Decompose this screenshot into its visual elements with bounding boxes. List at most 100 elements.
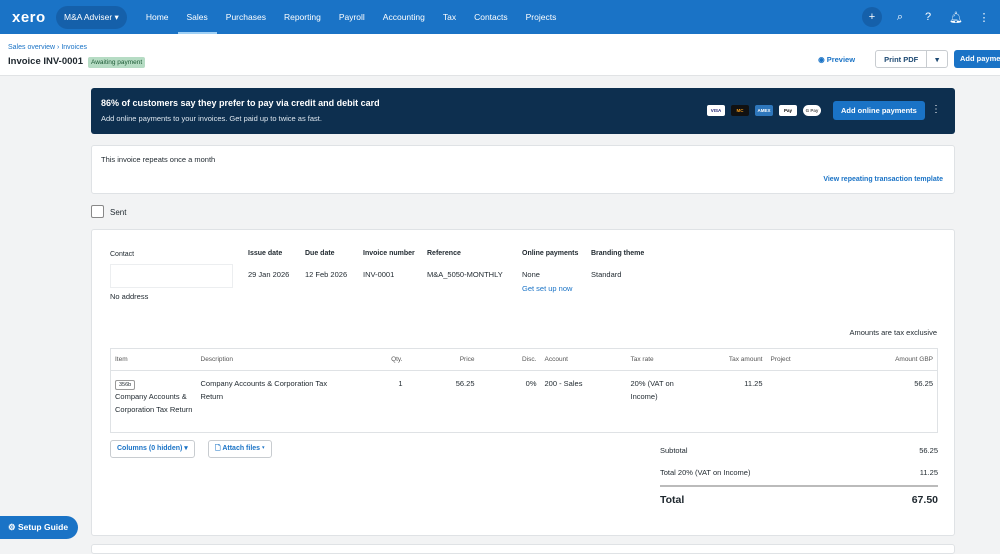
preview-label: Preview	[826, 54, 856, 64]
project-cell	[767, 371, 837, 433]
col-tax-amount: Tax amount	[696, 348, 767, 371]
chevron-down-icon[interactable]: ▾	[926, 51, 947, 67]
tax-rate-cell: 20% (VAT on Income)	[630, 379, 674, 401]
tax-label: Total 20% (VAT on Income)	[660, 468, 751, 477]
setup-guide-label: Setup Guide	[17, 522, 69, 532]
item-code: 356b	[115, 380, 136, 390]
attach-label: Attach files	[222, 445, 261, 452]
reference-label: Reference	[427, 250, 461, 257]
col-account: Account	[540, 348, 627, 371]
chevron-down-icon: ▾	[262, 445, 265, 452]
col-qty: Qty.	[346, 348, 407, 371]
breadcrumb-invoices[interactable]: Invoices	[61, 44, 87, 51]
tax-value: 11.25	[919, 468, 938, 477]
col-tax-rate: Tax rate	[626, 348, 697, 371]
columns-label: Columns (0 hidden)	[117, 445, 183, 452]
xero-logo[interactable]: xero	[12, 9, 56, 26]
get-set-up-link[interactable]: Get set up now	[522, 284, 572, 293]
description-cell: Company Accounts & Corporation Tax Retur…	[200, 379, 328, 401]
top-nav: xero M&A Adviser ▾ Home Sales Purchases …	[0, 0, 1000, 34]
breadcrumb-sales-overview[interactable]: Sales overview	[8, 44, 55, 51]
total-row: Total 67.50	[660, 494, 938, 506]
nav-tax[interactable]: Tax	[434, 0, 465, 34]
print-pdf-button[interactable]: Print PDF ▾	[875, 50, 948, 68]
repeat-notice: This invoice repeats once a month View r…	[91, 145, 955, 194]
issue-date-value: 29 Jan 2026	[248, 270, 290, 279]
plus-icon[interactable]: +	[862, 7, 882, 27]
invoice-number-value: INV-0001	[363, 270, 395, 279]
nav-reporting[interactable]: Reporting	[275, 0, 330, 34]
more-options-icon[interactable]: ⋮	[931, 104, 941, 115]
nav-projects[interactable]: Projects	[517, 0, 566, 34]
col-amount: Amount GBP	[836, 348, 938, 371]
col-disc: Disc.	[478, 348, 541, 371]
banner-subtext: Add online payments to your invoices. Ge…	[101, 114, 322, 123]
sent-label: Sent	[110, 208, 127, 217]
total-label: Total	[660, 494, 685, 506]
apps-icon[interactable]: ⋮	[974, 7, 994, 27]
google-pay-icon: G Pay	[803, 105, 821, 116]
mastercard-icon: MC	[731, 105, 749, 116]
reference-value: M&A_5050-MONTHLY	[427, 270, 503, 279]
setup-guide-button[interactable]: ⚙ Setup Guide	[0, 516, 79, 539]
apple-pay-icon: Pay	[779, 105, 797, 116]
tax-amount-cell: 11.25	[744, 379, 763, 388]
help-icon[interactable]: ?	[918, 7, 938, 27]
amount-cell: 56.25	[914, 379, 933, 388]
branding-theme-label: Branding theme	[591, 250, 645, 257]
add-online-payments-button[interactable]: Add online payments	[833, 101, 925, 120]
bell-icon[interactable]: 🔔︎	[946, 7, 966, 27]
disc-cell: 0%	[525, 379, 537, 388]
account-cell: 200 - Sales	[544, 379, 583, 388]
chevron-down-icon: ▾	[184, 445, 188, 452]
nav-payroll[interactable]: Payroll	[330, 0, 374, 34]
total-value: 67.50	[911, 494, 938, 506]
add-payment-button[interactable]: Add payment	[954, 50, 1000, 68]
nav-accounting[interactable]: Accounting	[374, 0, 434, 34]
visa-icon: VISA	[707, 105, 725, 116]
online-payments-value: None	[522, 270, 540, 279]
online-payments-banner: 86% of customers say they prefer to pay …	[91, 88, 955, 134]
nav-contacts[interactable]: Contacts	[465, 0, 517, 34]
attach-files-button[interactable]: 🗋︎ Attach files ▾	[208, 440, 272, 458]
breadcrumb: Sales overview › Invoices	[8, 44, 87, 51]
next-section	[91, 544, 955, 554]
status-badge: Awaiting payment	[87, 57, 146, 68]
price-cell: 56.25	[455, 379, 475, 388]
col-description: Description	[196, 348, 347, 371]
branding-theme-value: Standard	[591, 270, 622, 279]
due-date-value: 12 Feb 2026	[305, 270, 348, 279]
tax-note: Amounts are tax exclusive	[849, 328, 937, 337]
columns-button[interactable]: Columns (0 hidden) ▾	[110, 440, 195, 458]
sent-checkbox[interactable]	[91, 205, 104, 218]
nav-purchases[interactable]: Purchases	[217, 0, 275, 34]
nav-sales[interactable]: Sales	[177, 0, 217, 34]
item-name: Company Accounts & Corporation Tax Retur…	[115, 392, 193, 414]
invoice-number-label: Invoice number	[363, 250, 415, 257]
amex-icon: AMEX	[755, 105, 773, 116]
col-item: Item	[110, 348, 197, 371]
view-template-link[interactable]: View repeating transaction template	[823, 176, 943, 183]
nav-home[interactable]: Home	[137, 0, 178, 34]
subtotal-label: Subtotal	[660, 446, 688, 455]
search-icon[interactable]: ⌕	[890, 7, 910, 27]
print-pdf-label: Print PDF	[884, 54, 919, 64]
col-price: Price	[406, 348, 479, 371]
preview-button[interactable]: ◉ Preview	[818, 55, 855, 64]
contact-label: Contact	[110, 251, 135, 258]
qty-cell: 1	[398, 379, 403, 388]
col-project: Project	[766, 348, 837, 371]
invoice-details: Contact No address Issue date 29 Jan 202…	[91, 229, 955, 536]
issue-date-label: Issue date	[248, 250, 283, 257]
line-items-table: Item Description Qty. Price Disc. Accoun…	[110, 348, 938, 433]
org-switcher[interactable]: M&A Adviser ▾	[56, 5, 127, 29]
table-row[interactable]: 356b Company Accounts & Corporation Tax R…	[111, 371, 938, 433]
tax-row: Total 20% (VAT on Income) 11.25	[660, 468, 938, 487]
page-header: Sales overview › Invoices Invoice INV-00…	[0, 34, 1000, 76]
address-text: No address	[110, 292, 149, 301]
item-cell: 356b Company Accounts & Corporation Tax R…	[111, 371, 197, 433]
subtotal-value: 56.25	[919, 446, 938, 455]
contact-field[interactable]	[110, 264, 233, 288]
online-payments-label: Online payments	[522, 250, 579, 257]
subtotal-row: Subtotal 56.25	[660, 446, 938, 455]
